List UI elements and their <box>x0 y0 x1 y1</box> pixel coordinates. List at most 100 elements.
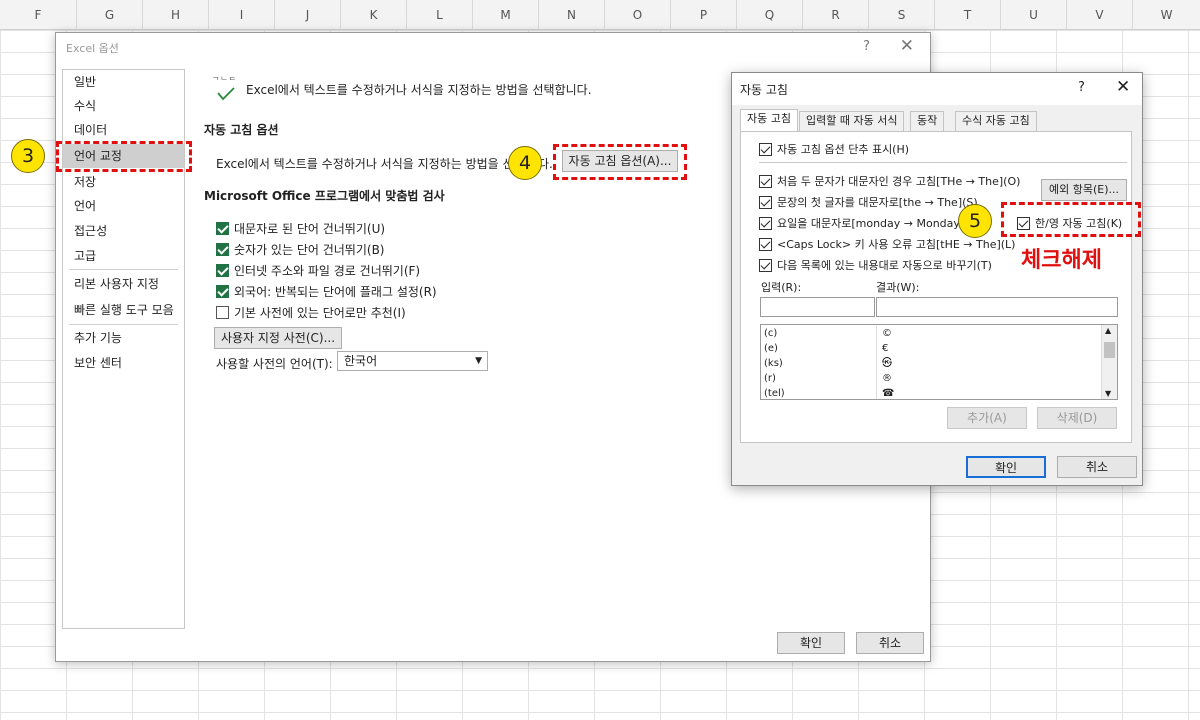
scroll-up-icon[interactable]: ▲ <box>1105 326 1111 335</box>
column-header-l[interactable]: L <box>407 0 473 30</box>
checkbox-label: 다음 목록에 있는 내용대로 자동으로 바꾸기(T) <box>777 259 992 272</box>
delete-entry-button[interactable]: 삭제(D) <box>1037 407 1117 429</box>
list-item-result: € <box>882 343 889 354</box>
column-header-q[interactable]: Q <box>737 0 803 30</box>
green-check-mark <box>217 87 235 101</box>
list-item-result: ㉿ <box>882 358 892 369</box>
column-header-r[interactable]: R <box>803 0 869 30</box>
column-header-t[interactable]: T <box>935 0 1001 30</box>
correct-two-initial-capitals-row[interactable]: 처음 두 문자가 대문자인 경우 고침[THe → The](O) <box>759 172 1020 190</box>
column-header-u[interactable]: U <box>1001 0 1067 30</box>
highlight-proofing-box <box>56 141 192 172</box>
capitalize-first-letter-row[interactable]: 문장의 첫 글자를 대문자로[the → The](S) <box>759 193 978 211</box>
list-scrollbar[interactable]: ▲ ▼ <box>1101 325 1117 399</box>
nav-item-customize-ribbon[interactable]: 리본 사용자 지정 <box>63 272 184 296</box>
column-header-v[interactable]: V <box>1067 0 1133 30</box>
dropdown-arrow-icon: ▼ <box>475 356 482 366</box>
list-item[interactable]: (ks) ㉿ <box>761 356 1101 371</box>
list-item-input: (e) <box>764 343 778 354</box>
list-item-input: (c) <box>764 328 778 339</box>
nav-item-general[interactable]: 일반 <box>63 70 184 94</box>
dictionary-language-select[interactable]: 한국어 ▼ <box>337 351 488 371</box>
options-ok-button[interactable]: 확인 <box>777 632 845 654</box>
replace-text-as-you-type-row[interactable]: 다음 목록에 있는 내용대로 자동으로 바꾸기(T) <box>759 256 992 274</box>
show-autocorrect-buttons-row[interactable]: 자동 고침 옵션 단추 표시(H) <box>759 140 909 158</box>
checkbox-checked[interactable] <box>216 221 229 235</box>
autocorrect-titlebar: 자동 고침 ? ✕ <box>732 73 1142 105</box>
tab-math-autocorrect[interactable]: 수식 자동 고침 <box>955 111 1037 131</box>
flag-repeated-words-row[interactable]: 외국어: 반복되는 단어에 플래그 설정(R) <box>216 282 437 300</box>
autocorrect-ok-button[interactable]: 확인 <box>966 456 1046 478</box>
column-header-m[interactable]: M <box>473 0 539 30</box>
column-header-n[interactable]: N <box>539 0 605 30</box>
autocorrect-cancel-button[interactable]: 취소 <box>1057 456 1137 478</box>
custom-dictionaries-button[interactable]: 사용자 지정 사전(C)... <box>214 327 342 349</box>
nav-item-add-ins[interactable]: 추가 기능 <box>63 326 184 350</box>
tab-actions[interactable]: 동작 <box>910 111 945 131</box>
tab-autocorrect[interactable]: 자동 고침 <box>740 109 798 132</box>
nav-item-advanced[interactable]: 고급 <box>63 244 184 268</box>
scroll-thumb[interactable] <box>1104 342 1115 358</box>
nav-item-quick-access-toolbar[interactable]: 빠른 실행 도구 모음 <box>63 298 184 322</box>
checkbox-label: 외국어: 반복되는 단어에 플래그 설정(R) <box>234 284 437 299</box>
skip-uppercase-words-row[interactable]: 대문자로 된 단어 건너뛰기(U) <box>216 219 385 237</box>
exceptions-button[interactable]: 예외 항목(E)... <box>1041 179 1127 201</box>
nav-item-save[interactable]: 저장 <box>63 170 184 194</box>
list-item[interactable]: (e) € <box>761 341 1101 356</box>
list-item[interactable]: (tel) ☎ <box>761 386 1101 399</box>
checkbox-checked[interactable] <box>759 174 772 188</box>
add-entry-button[interactable]: 추가(A) <box>947 407 1027 429</box>
checkbox-checked[interactable] <box>759 216 772 230</box>
suggest-main-dictionary-only-row[interactable]: 기본 사전에 있는 단어로만 추천(I) <box>216 303 406 321</box>
list-item-result: © <box>882 328 892 339</box>
input-label: 입력(R): <box>761 281 802 294</box>
list-item[interactable]: (r) ® <box>761 371 1101 386</box>
options-cancel-button[interactable]: 취소 <box>856 632 924 654</box>
nav-item-trust-center[interactable]: 보안 센터 <box>63 351 184 375</box>
scroll-down-icon[interactable]: ▼ <box>1105 389 1111 398</box>
column-header-s[interactable]: S <box>869 0 935 30</box>
help-button[interactable]: ? <box>1078 80 1085 95</box>
nav-item-language[interactable]: 언어 <box>63 194 184 218</box>
checkbox-checked[interactable] <box>216 242 229 256</box>
help-button[interactable]: ? <box>863 39 870 54</box>
column-header-j[interactable]: J <box>275 0 341 30</box>
with-result-field[interactable] <box>876 297 1118 317</box>
column-header-p[interactable]: P <box>671 0 737 30</box>
column-header-o[interactable]: O <box>605 0 671 30</box>
list-item[interactable]: (c) © <box>761 326 1101 341</box>
skip-internet-file-addresses-row[interactable]: 인터넷 주소와 파일 경로 건너뛰기(F) <box>216 261 420 279</box>
checkbox-label: 요일을 대문자로[monday → Monday](N) <box>777 217 982 230</box>
options-window-title: Excel 옵션 <box>66 42 119 55</box>
tab-autoformat-as-you-type[interactable]: 입력할 때 자동 서식 <box>799 111 905 131</box>
column-divider <box>876 326 877 341</box>
skip-words-with-numbers-row[interactable]: 숫자가 있는 단어 건너뛰기(B) <box>216 240 384 258</box>
column-header-i[interactable]: I <box>209 0 275 30</box>
nav-item-formulas[interactable]: 수식 <box>63 94 184 118</box>
checkbox-checked[interactable] <box>759 142 772 156</box>
list-item-result: ☎ <box>882 388 895 399</box>
column-header-k[interactable]: K <box>341 0 407 30</box>
checkbox-unchecked[interactable] <box>216 305 229 319</box>
uncheck-instruction-text: 체크해제 <box>1021 248 1102 273</box>
replacement-list[interactable]: (c) © (e) € (ks) ㉿ (r) ® (tel) ☎ ▲ ▼ <box>760 324 1118 400</box>
autocorrect-description: Excel에서 텍스트를 수정하거나 서식을 지정하는 방법을 선 <box>216 157 514 171</box>
capitalize-day-names-row[interactable]: 요일을 대문자로[monday → Monday](N) <box>759 214 981 232</box>
close-button[interactable]: ✕ <box>1116 77 1130 97</box>
checkbox-checked[interactable] <box>759 195 772 209</box>
column-header-w[interactable]: W <box>1133 0 1200 30</box>
close-button[interactable]: ✕ <box>900 36 914 56</box>
checkbox-checked[interactable] <box>216 284 229 298</box>
nav-item-accessibility[interactable]: 접근성 <box>63 219 184 243</box>
autocorrect-section-title: 자동 고침 옵션 <box>204 123 279 137</box>
nav-item-data[interactable]: 데이터 <box>63 118 184 142</box>
column-header-g[interactable]: G <box>77 0 143 30</box>
checkbox-checked[interactable] <box>759 237 772 251</box>
column-header-h[interactable]: H <box>143 0 209 30</box>
checkbox-checked[interactable] <box>759 258 772 272</box>
autocorrect-dialog-title: 자동 고침 <box>740 83 788 97</box>
replace-input-field[interactable] <box>760 297 875 317</box>
autocorrect-dialog: 자동 고침 ? ✕ 자동 고침 입력할 때 자동 서식 동작 수식 자동 고침 … <box>731 72 1143 486</box>
column-header-f[interactable]: F <box>0 0 77 30</box>
checkbox-checked[interactable] <box>216 263 229 277</box>
